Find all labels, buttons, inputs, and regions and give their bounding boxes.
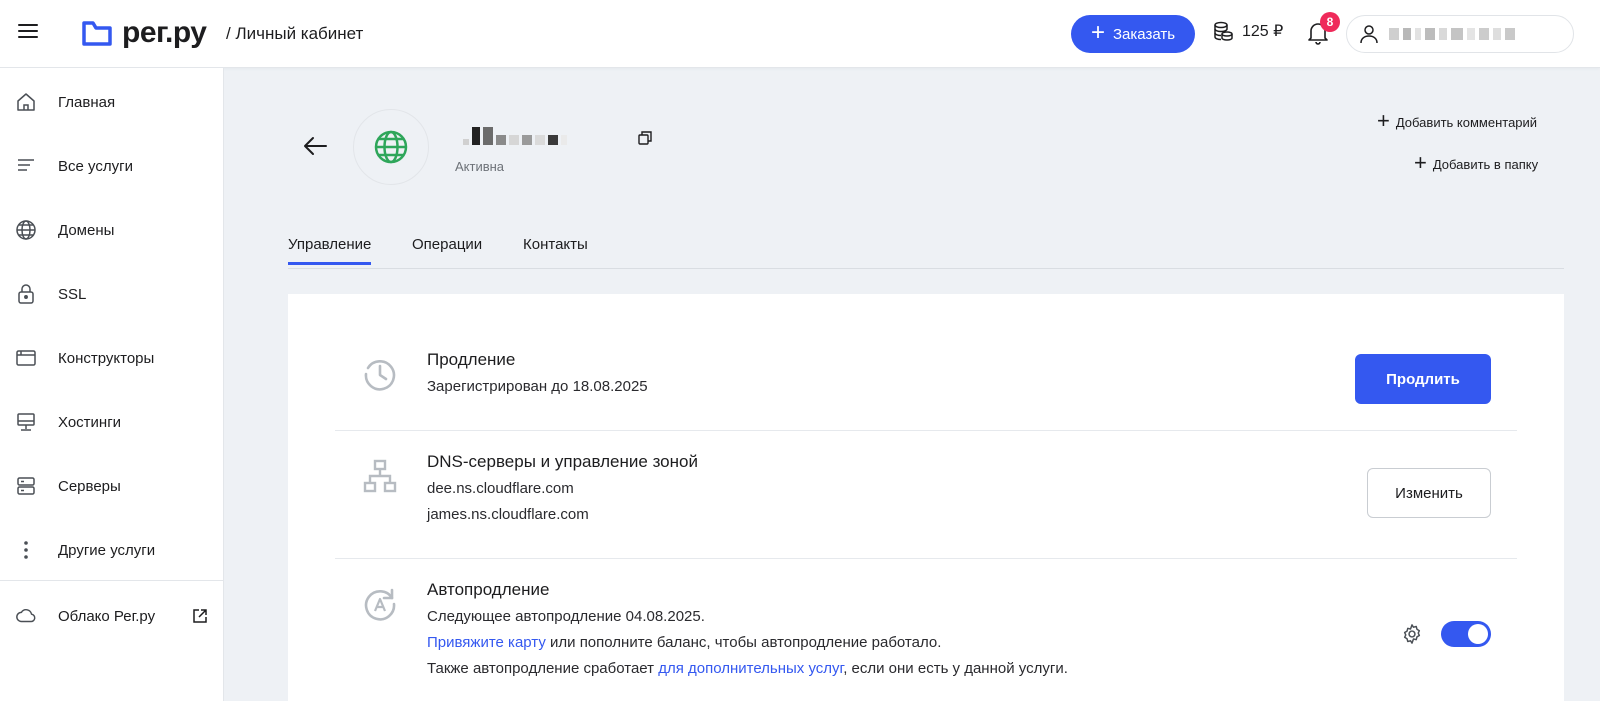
- renewal-date: Зарегистрирован до 18.08.2025: [427, 378, 648, 395]
- sidebar-item-label: Главная: [58, 93, 116, 111]
- external-link-icon: [193, 609, 207, 623]
- dns-title: DNS-серверы и управление зоной: [427, 452, 698, 471]
- row-divider: [335, 558, 1517, 559]
- sidebar-item-other-services[interactable]: Другие услуги: [0, 528, 224, 572]
- sidebar-item-all-services[interactable]: Все услуги: [0, 144, 224, 188]
- user-icon: [1360, 25, 1378, 44]
- autorenew-extra-hint: Также автопродление сработает для дополн…: [427, 660, 1068, 677]
- globe-icon: [15, 219, 37, 241]
- sidebar-item-cloud[interactable]: Облако Рег.ру: [0, 594, 224, 638]
- autorenew-next-date: Следующее автопродление 04.08.2025.: [427, 608, 705, 625]
- history-clock-icon: [364, 360, 396, 391]
- folder-logo-icon: [82, 21, 112, 46]
- page-subtitle: / Личный кабинет: [226, 24, 364, 43]
- home-icon: [15, 91, 37, 113]
- sidebar-item-servers[interactable]: Серверы: [0, 464, 224, 508]
- globe-icon: [374, 130, 408, 164]
- link-bind-card[interactable]: Привяжите карту: [427, 634, 546, 651]
- notification-badge: 8: [1320, 12, 1340, 32]
- auto-renew-icon: [364, 588, 396, 621]
- renewal-title: Продление: [427, 350, 516, 369]
- top-header: рег.ру / Личный кабинет + Заказать 125 ₽…: [0, 0, 1600, 68]
- sidebar-item-label: Хостинги: [58, 413, 122, 431]
- add-comment-label: Добавить комментарий: [1395, 114, 1538, 130]
- sidebar-item-hosting[interactable]: Хостинги: [0, 400, 224, 444]
- link-additional-services[interactable]: для дополнительных услуг: [658, 660, 843, 677]
- balance[interactable]: 125 ₽: [1212, 20, 1283, 42]
- sidebar-item-domains[interactable]: Домены: [0, 208, 224, 252]
- plus-icon: +: [1377, 108, 1390, 133]
- service-card: Продление Зарегистрирован до 18.08.2025 …: [288, 294, 1564, 701]
- dns-server-2: james.ns.cloudflare.com: [427, 506, 589, 523]
- tab-contacts[interactable]: Контакты: [523, 236, 588, 253]
- autorenew-card-hint-text: или пополните баланс, чтобы автопродлени…: [545, 634, 942, 651]
- logo[interactable]: рег.ру: [82, 16, 207, 50]
- add-to-folder-button[interactable]: + Добавить в папку: [1414, 150, 1539, 175]
- menu-icon[interactable]: [18, 24, 38, 44]
- sidebar-item-label: Все услуги: [58, 157, 133, 175]
- renew-button[interactable]: Продлить: [1355, 354, 1491, 404]
- autorenew-extra-start: Также автопродление сработает: [427, 660, 659, 677]
- sidebar-item-label: Домены: [58, 221, 115, 239]
- network-hierarchy-icon: [363, 459, 397, 493]
- gear-icon[interactable]: [1401, 623, 1423, 645]
- browser-window-icon: [15, 347, 37, 369]
- toggle-knob: [1468, 624, 1488, 644]
- list-icon: [15, 155, 37, 177]
- monitor-icon: [15, 411, 37, 433]
- autorenew-extra-end: , если они есть у данной услуги.: [843, 660, 1068, 677]
- more-vertical-icon: [15, 539, 37, 561]
- sidebar-item-builders[interactable]: Конструкторы: [0, 336, 224, 380]
- service-status: Активна: [455, 159, 505, 174]
- sidebar: Главная Все услуги Домены SSL Конструкто…: [0, 68, 224, 701]
- sidebar-item-label: Серверы: [58, 477, 121, 495]
- coins-icon: [1214, 21, 1233, 41]
- tab-operations[interactable]: Операции: [412, 236, 482, 253]
- autorenew-title: Автопродление: [427, 580, 550, 599]
- sidebar-divider: [0, 580, 224, 581]
- plus-icon: +: [1090, 19, 1105, 46]
- tab-management[interactable]: Управление: [288, 236, 372, 265]
- user-menu[interactable]: [1346, 15, 1574, 53]
- sidebar-item-label: SSL: [58, 285, 87, 303]
- balance-amount: 125 ₽: [1242, 23, 1284, 40]
- row-divider: [335, 430, 1517, 431]
- autorenew-toggle[interactable]: [1441, 621, 1491, 647]
- copy-icon[interactable]: [637, 130, 653, 146]
- order-button-label: Заказать: [1112, 25, 1176, 43]
- sidebar-item-label: Конструкторы: [58, 349, 155, 367]
- order-button[interactable]: + Заказать: [1071, 15, 1195, 53]
- server-icon: [15, 475, 37, 497]
- cloud-icon: [15, 605, 37, 627]
- sidebar-item-label: Облако Рег.ру: [58, 607, 156, 625]
- tabs: Управление Операции Контакты: [288, 232, 1564, 269]
- add-folder-label: Добавить в папку: [1432, 156, 1539, 172]
- plus-icon: +: [1414, 150, 1427, 175]
- add-comment-button[interactable]: + Добавить комментарий: [1377, 108, 1538, 133]
- back-arrow-icon[interactable]: [300, 134, 330, 158]
- service-avatar: [353, 109, 429, 185]
- user-name-redacted: [1389, 28, 1515, 40]
- lock-icon: [15, 283, 37, 305]
- sidebar-item-label: Другие услуги: [58, 541, 156, 559]
- sidebar-item-home[interactable]: Главная: [0, 80, 224, 124]
- dns-server-1: dee.ns.cloudflare.com: [427, 480, 574, 497]
- sidebar-item-ssl[interactable]: SSL: [0, 272, 224, 316]
- domain-name-redacted: [463, 127, 567, 145]
- logo-text: рег.ру: [122, 16, 207, 49]
- autorenew-card-hint: Привяжите карту или пополните баланс, чт…: [427, 634, 941, 651]
- change-dns-button[interactable]: Изменить: [1367, 468, 1491, 518]
